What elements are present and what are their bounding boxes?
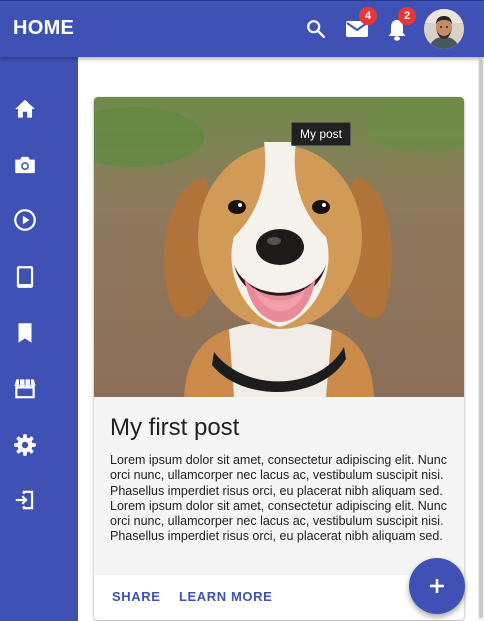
- learn-more-button[interactable]: LEARN MORE: [179, 589, 272, 604]
- bookmark-icon: [18, 323, 32, 343]
- login-icon: [15, 490, 34, 510]
- search-button[interactable]: [305, 18, 327, 40]
- dog-photo-icon: [94, 97, 464, 397]
- gear-icon: [14, 434, 36, 456]
- sidebar-item-play[interactable]: [12, 207, 38, 233]
- tablet-icon: [16, 266, 34, 288]
- app-title: HOME: [13, 17, 75, 39]
- share-button[interactable]: SHARE: [112, 589, 161, 604]
- image-tooltip: My post: [291, 122, 352, 146]
- sidebar-item-tablet[interactable]: [12, 264, 38, 290]
- card-body-text: Lorem ipsum dolor sit amet, consectetur …: [110, 453, 447, 544]
- sidebar-item-store[interactable]: [12, 375, 38, 401]
- mail-count-badge: 4: [359, 7, 377, 25]
- app-bar-border: [0, 0, 484, 1]
- app-bar: HOME 4 2: [0, 0, 484, 57]
- camera-icon: [15, 156, 35, 174]
- sidebar-item-camera[interactable]: [12, 152, 38, 178]
- store-icon: [14, 378, 36, 399]
- home-icon: [15, 99, 35, 118]
- sidebar-item-login[interactable]: [12, 487, 38, 513]
- sidebar-item-settings[interactable]: [12, 432, 38, 458]
- post-card: My first post Lorem ipsum dolor sit amet…: [94, 97, 464, 620]
- user-photo-icon: [424, 9, 464, 49]
- avatar[interactable]: [424, 9, 464, 49]
- plus-icon: [430, 579, 444, 593]
- sidebar-item-home[interactable]: [12, 96, 38, 122]
- card-title: My first post: [110, 414, 240, 441]
- add-post-button[interactable]: [409, 558, 465, 614]
- scrollbar-thumb[interactable]: [479, 60, 483, 618]
- sidebar-item-bookmarks[interactable]: [12, 320, 38, 346]
- play-circle-icon: [14, 209, 36, 231]
- search-icon: [307, 20, 325, 38]
- card-image: [94, 97, 464, 397]
- notifications-count-badge: 2: [398, 7, 416, 25]
- sidebar: [0, 57, 78, 621]
